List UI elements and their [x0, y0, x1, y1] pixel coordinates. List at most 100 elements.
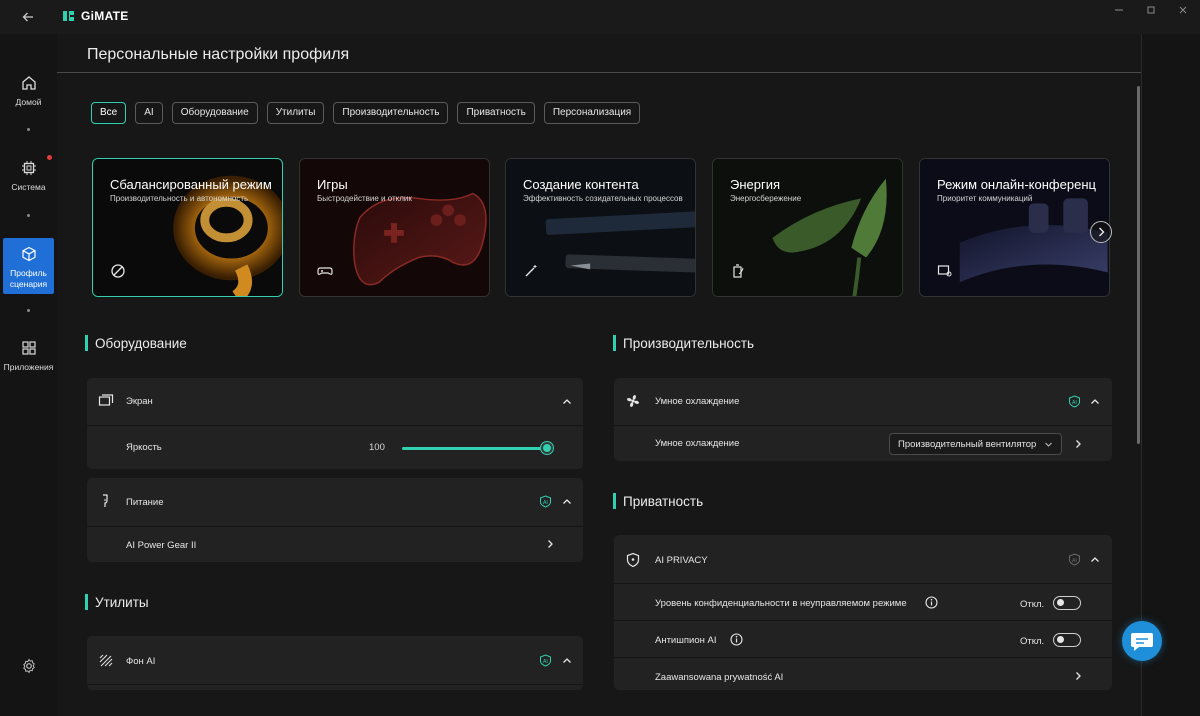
scenario-card-conference[interactable]: Режим онлайн-конференц Приоритет коммуни…: [919, 158, 1110, 297]
back-button[interactable]: [18, 7, 38, 27]
main-scrollbar[interactable]: [1137, 86, 1140, 444]
section-hardware-header: Оборудование: [85, 335, 187, 351]
sidebar-item-system[interactable]: Система: [3, 159, 54, 199]
close-icon: [1179, 6, 1187, 14]
chevron-right-icon[interactable]: [545, 539, 555, 549]
ai-shield-icon: AI: [540, 654, 551, 667]
display-label: Экран: [126, 396, 153, 407]
row-divider: [87, 425, 583, 426]
magic-wand-icon: [525, 265, 537, 277]
sidebar-item-apps[interactable]: Приложения: [3, 339, 54, 389]
row-divider: [614, 583, 1112, 584]
unmanaged-privacy-toggle[interactable]: [1053, 596, 1081, 610]
row-divider: [614, 620, 1112, 621]
close-button[interactable]: [1173, 5, 1193, 19]
filter-chip-utilities[interactable]: Утилиты: [266, 102, 325, 124]
filter-chip-personalization[interactable]: Персонализация: [543, 102, 641, 124]
unmanaged-privacy-level-label: Уровень конфиденциальности в неуправляем…: [655, 598, 907, 609]
svg-text:AI: AI: [543, 659, 548, 665]
app-name: GiMATE: [81, 9, 129, 23]
info-icon[interactable]: [925, 596, 938, 609]
section-privacy-header: Приватность: [613, 493, 703, 509]
sidebar-item-label: Приложения: [3, 362, 54, 372]
maximize-button[interactable]: [1141, 5, 1161, 19]
scenario-card-content-creation[interactable]: Создание контента Эффективность созидате…: [505, 158, 696, 297]
scenario-card-balanced[interactable]: Сбалансированный режим Производительност…: [92, 158, 283, 297]
background-ai-panel: Фон AI AI: [87, 636, 583, 690]
section-title: Утилиты: [95, 594, 149, 610]
chevron-down-icon: [1045, 442, 1052, 447]
sidebar-item-home[interactable]: Домой: [3, 74, 54, 114]
filter-chip-performance[interactable]: Производительность: [333, 102, 449, 124]
scenario-card-title: Игры: [317, 177, 348, 192]
filter-chip-hardware[interactable]: Оборудование: [171, 102, 258, 124]
page-title: Персональные настройки профиля: [87, 46, 350, 63]
fan-mode-selected: Производительный вентилятор: [898, 439, 1037, 450]
sidebar-item-label: Профиль сценария: [9, 268, 48, 289]
right-margin: [1141, 34, 1200, 716]
title-divider: [57, 72, 1141, 73]
gimate-logo-icon: [63, 11, 74, 21]
brightness-slider-track[interactable]: [402, 447, 549, 450]
smart-cooling-item-label: Умное охлаждение: [655, 438, 740, 449]
brightness-slider-thumb[interactable]: [541, 442, 553, 454]
display-panel: Экран Яркость 100: [87, 378, 583, 469]
chevron-up-icon[interactable]: [562, 497, 572, 507]
nav-separator-dot: [27, 309, 30, 312]
smart-cooling-label: Умное охлаждение: [655, 396, 740, 407]
scenario-card-subtitle: Энергосбережение: [730, 194, 802, 203]
chevron-right-icon[interactable]: [1073, 671, 1083, 681]
fan-icon: [627, 395, 639, 407]
chevron-right-icon[interactable]: [1073, 439, 1083, 449]
gear-icon[interactable]: [21, 658, 37, 674]
chevron-up-icon[interactable]: [562, 397, 572, 407]
svg-text:AI: AI: [1072, 558, 1077, 564]
section-utilities-header: Утилиты: [85, 594, 149, 610]
info-icon[interactable]: [730, 633, 743, 646]
filter-chip-ai[interactable]: AI: [135, 102, 163, 124]
filter-chip-privacy[interactable]: Приватность: [457, 102, 535, 124]
svg-text:AI: AI: [543, 500, 548, 506]
main-content: Персональные настройки профиля Все AI Об…: [57, 34, 1141, 716]
toggle-state-text: Откл.: [1020, 636, 1045, 647]
cube-icon: [21, 246, 36, 262]
nav-separator-dot: [27, 214, 30, 217]
row-divider: [87, 526, 583, 527]
chat-assistant-button[interactable]: [1122, 621, 1162, 661]
shield-icon: [626, 552, 640, 568]
sidebar-item-scenario-profile[interactable]: Профиль сценария: [3, 238, 54, 294]
chat-bubble-icon: [1131, 633, 1153, 651]
fan-mode-dropdown[interactable]: Производительный вентилятор: [889, 433, 1062, 455]
chevron-up-icon[interactable]: [1090, 555, 1100, 565]
ai-shield-icon: AI: [540, 495, 551, 508]
row-divider: [614, 657, 1112, 658]
power-label: Питание: [126, 497, 164, 508]
carousel-next-button[interactable]: [1090, 221, 1112, 243]
smart-cooling-panel: Умное охлаждение AI Умное охлаждение Про…: [614, 378, 1112, 461]
sidebar-item-label: Домой: [15, 97, 42, 107]
chip-icon: [21, 161, 36, 175]
gamepad-icon: [317, 267, 333, 275]
scenario-card-subtitle: Быстродействие и отклик: [317, 194, 412, 203]
section-title: Оборудование: [95, 335, 187, 351]
chevron-up-icon[interactable]: [1090, 397, 1100, 407]
ai-antispy-toggle[interactable]: [1053, 633, 1081, 647]
notification-dot: [47, 155, 52, 160]
section-title: Производительность: [623, 335, 755, 351]
display-icon: [98, 394, 114, 406]
svg-text:AI: AI: [1072, 400, 1077, 406]
arrow-left-icon: [22, 12, 33, 22]
ai-shield-icon: AI: [1069, 553, 1080, 566]
chevron-up-icon[interactable]: [562, 656, 572, 666]
section-title: Приватность: [623, 493, 704, 509]
advanced-ai-privacy-label[interactable]: Zaawansowana prywatność AI: [655, 672, 783, 683]
scenario-card-games[interactable]: Игры Быстродействие и отклик: [299, 158, 490, 297]
filter-chip-all[interactable]: Все: [91, 102, 127, 124]
ai-privacy-label: AI PRIVACY: [655, 555, 708, 566]
minimize-button[interactable]: [1109, 5, 1129, 19]
scenario-card-energy[interactable]: Энергия Энергосбережение: [712, 158, 903, 297]
restore-icon: [1147, 6, 1155, 14]
toggle-knob: [1057, 599, 1064, 606]
background-pattern-icon: [99, 654, 113, 667]
background-ai-label: Фон AI: [126, 656, 156, 667]
